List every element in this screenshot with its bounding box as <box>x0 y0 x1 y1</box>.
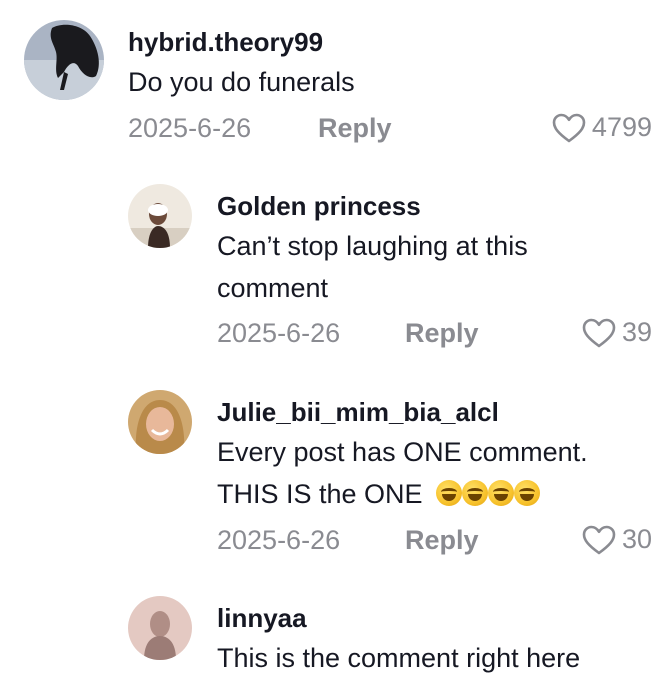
avatar-image <box>128 596 192 660</box>
username[interactable]: linnyaa <box>217 603 307 634</box>
comment-thread: hybrid.theory99 Do you do funerals 2025-… <box>0 0 670 686</box>
avatar[interactable] <box>128 596 192 660</box>
comment-text: This is the comment right here <box>217 643 581 673</box>
reply-item: linnyaa This is the comment right here <box>0 0 670 686</box>
